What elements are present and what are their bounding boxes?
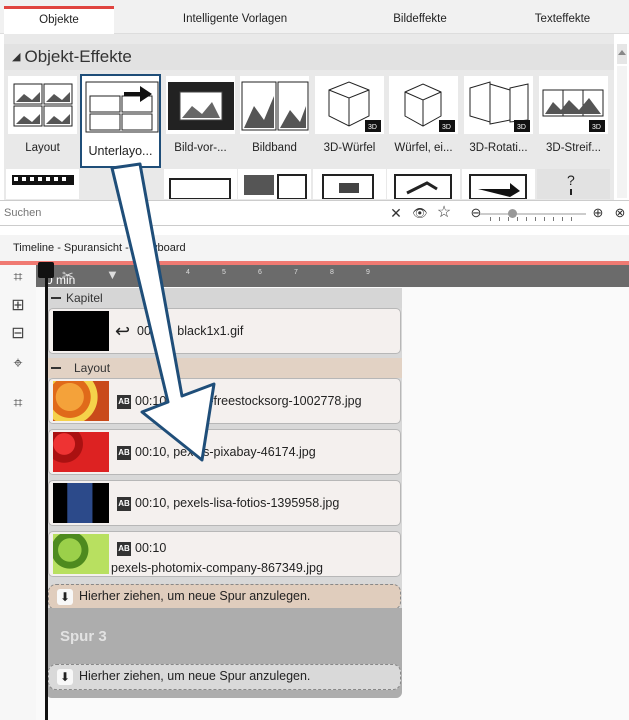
timeline-toolbar: ⌗ ⊞ ⊟ ⌖ ⌗	[0, 265, 36, 720]
collapse-icon[interactable]	[51, 297, 61, 299]
clip-chapter-black[interactable]: ↩ 00:1… black1x1.gif	[48, 308, 401, 354]
clip-label: 00:10, pexels-pixabay-46174.jpg	[135, 445, 316, 459]
clear-search-icon[interactable]: ✕	[386, 203, 406, 223]
tab-bildeffekte[interactable]: Bildeffekte	[365, 6, 475, 34]
effect-unterlayout[interactable]: Unterlayo...	[80, 74, 161, 168]
clip-label: 00:1… black1x1.gif	[137, 324, 244, 338]
effect-3d-rotation[interactable]: 3D 3D-Rotati...	[462, 74, 535, 166]
effect-row2-item-4[interactable]	[238, 169, 311, 199]
add-track-icon[interactable]: ⊞	[6, 295, 30, 317]
ab-icon: AB	[117, 446, 131, 460]
collapse-icon[interactable]	[51, 367, 61, 369]
favorite-star-icon[interactable]: ☆	[434, 203, 454, 223]
ruler-tick: 8	[330, 269, 334, 276]
effect-row2-random[interactable]: ?	[537, 169, 610, 199]
scroll-up-arrow[interactable]	[617, 44, 627, 64]
top-tab-bar: Objekte Intelligente Vorlagen Bildeffekt…	[0, 0, 629, 34]
zoom-ticks	[490, 217, 580, 221]
tab-intelligente-vorlagen[interactable]: Intelligente Vorlagen	[160, 6, 310, 34]
chapter-header[interactable]: Kapitel	[46, 288, 402, 308]
fit-icon[interactable]: ⌗	[6, 393, 30, 415]
layout-thumbnail-icon	[8, 76, 77, 134]
rotation-thumbnail-icon: 3D	[464, 76, 533, 134]
effects-scrollbar[interactable]	[617, 66, 627, 198]
ab-icon: AB	[117, 395, 131, 409]
svg-text:3D: 3D	[442, 124, 451, 131]
fit-zoom-icon[interactable]: ⊗	[610, 203, 629, 223]
ab-icon: AB	[117, 497, 131, 511]
search-input[interactable]	[4, 204, 384, 222]
effects-panel: ◢ Objekt-Effekte Layout Unterlayo... Bild…	[4, 34, 614, 204]
clip-label-filename: pexels-photomix-company-867349.jpg	[111, 561, 323, 575]
remove-track-icon[interactable]: ⊟	[6, 323, 30, 345]
effect-bild-vor[interactable]: Bild-vor-...	[164, 74, 237, 166]
clip-freestocksorg[interactable]: AB 00:10, pexels-freestocksorg-1002778.j…	[48, 378, 401, 424]
drop-zone-spur[interactable]: ⬇ Hierher ziehen, um neue Spur anzulegen.	[48, 664, 401, 690]
ruler-tick: 9	[366, 269, 370, 276]
effects-grid: Layout Unterlayo... Bild-vor-... Bildban…	[4, 74, 614, 204]
clip-label: 00:10	[135, 541, 167, 555]
clip-label: 00:10, pexels-lisa-fotios-1395958.jpg	[135, 496, 340, 510]
playhead-handle[interactable]	[38, 262, 54, 278]
clip-thumbnail	[53, 432, 109, 472]
ruler-tick: 5	[222, 269, 226, 276]
clip-pixabay[interactable]: AB 00:10, pexels-pixabay-46174.jpg	[48, 429, 401, 475]
track-area: Kapitel ↩ 00:1… black1x1.gif Layout AB 0…	[46, 288, 402, 698]
bildband-thumbnail-icon	[240, 76, 309, 134]
layout-header[interactable]: Layout	[46, 358, 402, 378]
clip-label: 00:10, pexels-freestocksorg-1002778.jpg	[135, 394, 362, 408]
clip-thumbnail	[53, 483, 109, 523]
effect-3d-streifen[interactable]: 3D 3D-Streif...	[537, 74, 610, 166]
svg-text:3D: 3D	[592, 124, 601, 131]
effect-row2-item-6[interactable]	[387, 169, 460, 199]
transition-curve-icon: ↩	[115, 321, 131, 341]
clip-lisa-fotios[interactable]: AB 00:10, pexels-lisa-fotios-1395958.jpg	[48, 480, 401, 526]
cube-variant-thumbnail-icon: 3D	[389, 76, 458, 134]
ruler-tick: 6	[258, 269, 262, 276]
svg-text:3D: 3D	[368, 124, 377, 131]
svg-text:3D: 3D	[517, 124, 526, 131]
effect-layout[interactable]: Layout	[6, 74, 79, 166]
effect-3d-wuerfel[interactable]: 3D 3D-Würfel	[313, 74, 386, 166]
effect-row2-item-5[interactable]	[313, 169, 386, 199]
ruler-tick: 4	[186, 269, 190, 276]
download-arrow-icon: ⬇	[57, 669, 73, 685]
zoom-in-icon[interactable]: ⊕	[588, 203, 608, 223]
effect-row2-filmstrip[interactable]	[6, 169, 79, 199]
bild-vor-thumbnail-icon	[166, 76, 235, 134]
timeline-ruler[interactable]: 0 min 4 5 6 7 8 9	[36, 265, 629, 287]
unterlayout-thumbnail-icon	[84, 78, 159, 136]
ab-icon: AB	[117, 542, 131, 556]
cube-thumbnail-icon: 3D	[315, 76, 384, 134]
zoom-slider[interactable]	[480, 209, 586, 218]
collapse-triangle-icon: ◢	[12, 51, 21, 63]
clip-thumbnail	[53, 534, 109, 574]
clip-photomix[interactable]: AB 00:10 pexels-photomix-company-867349.…	[48, 531, 401, 577]
download-arrow-icon: ⬇	[57, 589, 73, 605]
snap-tool-icon[interactable]: ⌗	[6, 267, 30, 289]
track-name: Spur 3	[60, 628, 107, 645]
playhead[interactable]	[45, 265, 48, 720]
search-bar: ✕ 👁 ☆ ⊖ ⊕ ⊗	[0, 200, 629, 226]
eye-icon[interactable]: 👁	[410, 203, 430, 223]
drop-zone-layout[interactable]: ⬇ Hierher ziehen, um neue Spur anzulegen.	[48, 584, 401, 610]
effect-row2-item-3[interactable]	[164, 169, 237, 199]
track-spur-3[interactable]: Spur 3 ⬇ Hierher ziehen, um neue Spur anz…	[46, 608, 402, 698]
expand-icon[interactable]: ⌖	[6, 353, 30, 375]
streifen-thumbnail-icon: 3D	[539, 76, 608, 134]
clip-thumbnail	[53, 311, 109, 351]
timeline-header: Timeline - Spuransicht - Storyboard	[0, 235, 629, 261]
marker-icon[interactable]: ▼	[106, 267, 119, 282]
effect-bildband[interactable]: Bildband	[238, 74, 311, 166]
effect-row2-item-7[interactable]	[462, 169, 535, 199]
tab-texteffekte[interactable]: Texteffekte	[510, 6, 615, 34]
ruler-tick: 7	[294, 269, 298, 276]
clip-thumbnail	[53, 381, 109, 421]
section-header-objekt-effekte[interactable]: ◢ Objekt-Effekte	[4, 44, 614, 70]
tab-objekte[interactable]: Objekte	[4, 6, 114, 34]
scissors-icon[interactable]: ✂	[62, 267, 74, 284]
effect-wuerfel-ei[interactable]: 3D Würfel, ei...	[387, 74, 460, 166]
svg-text:?: ?	[567, 172, 575, 188]
